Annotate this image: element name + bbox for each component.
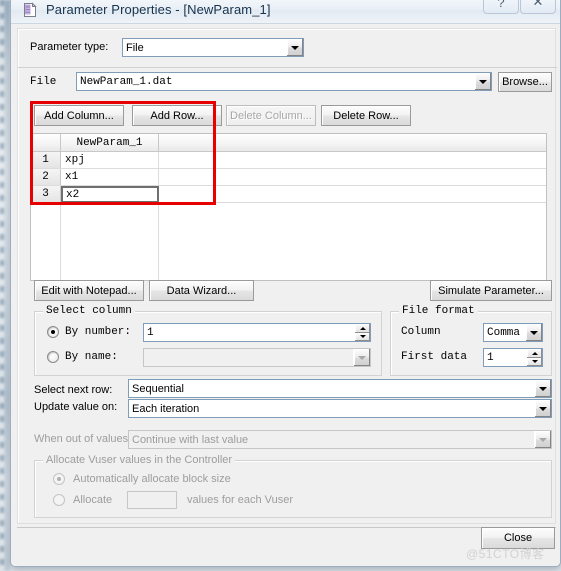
- chevron-down-icon[interactable]: [474, 73, 491, 90]
- select-next-row-combo[interactable]: Sequential: [128, 379, 552, 398]
- by-number-label: By number:: [65, 326, 132, 338]
- window-title: Parameter Properties - [NewParam_1]: [46, 2, 271, 17]
- chevron-down-icon[interactable]: [525, 324, 542, 341]
- table-section: Add Column... Add Row... Delete Column..…: [24, 101, 551, 286]
- data-wizard-button[interactable]: Data Wizard...: [149, 280, 254, 301]
- first-data-spinner[interactable]: [527, 349, 542, 366]
- table-row[interactable]: 2 x1: [31, 169, 546, 186]
- allocate-suffix-label: values for each Vuser: [187, 494, 293, 506]
- footer-divider: [17, 527, 556, 528]
- first-data-label: First data: [401, 351, 468, 363]
- delete-column-button: Delete Column...: [226, 105, 316, 126]
- browse-button[interactable]: Browse...: [498, 72, 552, 92]
- allocate-vuser-group: Allocate Vuser values in the Controller …: [34, 454, 552, 518]
- spinner-down-button[interactable]: [355, 332, 370, 341]
- chevron-down-icon[interactable]: [534, 380, 551, 397]
- update-value-on-value: Each iteration: [132, 402, 200, 415]
- table-cell[interactable]: x1: [61, 169, 159, 185]
- allocate-count-input: [127, 491, 177, 509]
- watermark-text: @51CTO博客: [466, 547, 545, 561]
- chevron-down-icon[interactable]: [534, 400, 551, 417]
- chevron-down-icon: [353, 349, 370, 366]
- table-cell[interactable]: xpj: [61, 152, 159, 168]
- dialog-client-area: Parameter type: File File NewParam_1.dat…: [17, 28, 557, 524]
- update-value-on-combo[interactable]: Each iteration: [128, 399, 552, 418]
- table-row-selected[interactable]: 3 x2: [31, 186, 546, 203]
- row-number[interactable]: 2: [31, 169, 61, 185]
- first-data-value: 1: [487, 351, 494, 364]
- table-cell-editing[interactable]: x2: [61, 186, 159, 203]
- row-number[interactable]: 3: [31, 186, 61, 202]
- table-header-row: NewParam_1: [31, 134, 546, 152]
- file-format-title: File format: [399, 305, 478, 317]
- close-window-button[interactable]: ✕: [520, 0, 556, 14]
- add-column-button[interactable]: Add Column...: [34, 105, 124, 126]
- edit-with-notepad-button[interactable]: Edit with Notepad...: [34, 280, 144, 301]
- parameter-table[interactable]: NewParam_1 1 xpj 2 x1 3 x2: [30, 133, 547, 281]
- table-column-header[interactable]: NewParam_1: [61, 134, 159, 151]
- file-value: NewParam_1.dat: [80, 75, 173, 88]
- table-empty-row: [31, 237, 546, 254]
- update-value-on-label: Update value on:: [34, 401, 118, 413]
- select-next-row-label: Select next row:: [34, 384, 113, 396]
- table-row-filler: [159, 186, 546, 202]
- by-name-combo: [143, 348, 371, 367]
- spinner-up-button[interactable]: [355, 324, 370, 333]
- parameter-type-value: File: [126, 41, 144, 54]
- section-divider: [18, 67, 557, 68]
- radio-dot-icon: [57, 477, 61, 481]
- table-row-filler: [159, 152, 546, 168]
- parameter-type-combo[interactable]: File: [122, 38, 304, 57]
- table-row-filler: [159, 169, 546, 185]
- close-icon: ✕: [532, 0, 544, 9]
- column-label: Column: [401, 326, 441, 338]
- by-name-radio[interactable]: [47, 351, 59, 363]
- chevron-down-icon[interactable]: [286, 39, 303, 56]
- number-spinner[interactable]: [355, 324, 370, 341]
- chevron-down-icon: [534, 431, 551, 448]
- table-empty-row: [31, 203, 546, 220]
- table-corner-header[interactable]: [31, 134, 61, 151]
- table-row[interactable]: 1 xpj: [31, 152, 546, 169]
- table-header-filler: [159, 134, 546, 151]
- by-number-value: 1: [147, 326, 154, 339]
- table-empty-row: [31, 220, 546, 237]
- file-label: File: [30, 76, 57, 88]
- spinner-up-button[interactable]: [527, 349, 542, 358]
- row-number[interactable]: 1: [31, 152, 61, 168]
- help-icon: ?: [497, 0, 505, 10]
- when-out-of-values-combo: Continue with last value: [128, 430, 552, 449]
- delete-row-button[interactable]: Delete Row...: [321, 105, 411, 126]
- by-name-label: By name:: [65, 351, 118, 363]
- when-out-of-values-label: When out of values:: [34, 433, 132, 445]
- add-row-button[interactable]: Add Row...: [132, 105, 222, 126]
- parameter-file-icon: [22, 1, 38, 18]
- select-column-title: Select column: [43, 305, 135, 317]
- manual-allocate-label: Allocate: [73, 494, 113, 506]
- when-out-of-values-value: Continue with last value: [132, 433, 249, 446]
- column-separator-combo[interactable]: Comma: [483, 323, 543, 342]
- file-combo[interactable]: NewParam_1.dat: [76, 72, 492, 91]
- bg-left-strip-inner: [0, 0, 4, 571]
- column-separator-value: Comma: [487, 326, 521, 339]
- allocate-group-title: Allocate Vuser values in the Controller: [43, 454, 236, 466]
- by-number-input[interactable]: 1: [143, 323, 371, 342]
- first-data-input[interactable]: 1: [483, 348, 543, 367]
- parameter-properties-dialog: Parameter Properties - [NewParam_1] ? ✕ …: [10, 0, 561, 567]
- radio-dot-icon: [51, 330, 55, 334]
- parameter-type-label: Parameter type:: [30, 41, 109, 53]
- caption-buttons: ? ✕: [483, 0, 556, 14]
- spinner-down-button[interactable]: [527, 357, 542, 366]
- auto-allocate-label: Automatically allocate block size: [73, 473, 231, 485]
- select-column-group: Select column By number: 1 By name:: [34, 305, 382, 376]
- table-empty-row: [31, 254, 546, 271]
- by-number-radio[interactable]: [47, 326, 59, 338]
- select-next-row-value: Sequential: [132, 382, 184, 395]
- auto-allocate-radio: [53, 473, 65, 485]
- title-bar: Parameter Properties - [NewParam_1] ? ✕: [11, 0, 560, 24]
- manual-allocate-radio: [53, 494, 65, 506]
- simulate-parameter-button[interactable]: Simulate Parameter...: [430, 280, 552, 301]
- help-button[interactable]: ?: [483, 0, 519, 14]
- file-format-group: File format Column Comma First data 1: [390, 305, 552, 376]
